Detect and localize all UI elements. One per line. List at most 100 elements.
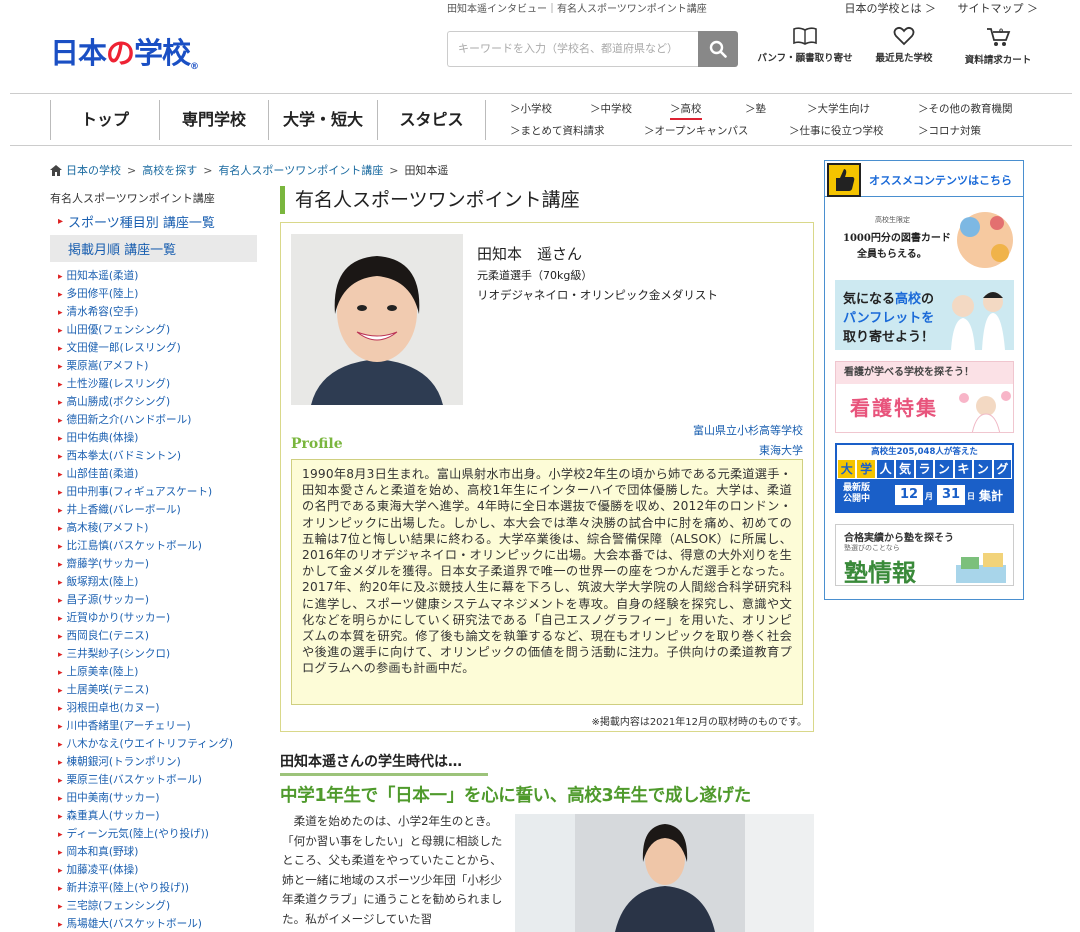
nav-bulk-request[interactable]: ＞まとめて資料請求	[510, 123, 605, 138]
sidebar-by-sport[interactable]: ▸ スポーツ種目別 講座一覧	[50, 208, 257, 235]
banner-ranking[interactable]: 高校生205,048人が答えた 大学人気ランキング 最新版 公開中 12 月 31…	[835, 443, 1014, 513]
sidebar-athlete-link[interactable]: 井上香織(バレーボール)	[50, 501, 257, 519]
ranking-title: 大学人気ランキング	[837, 459, 1012, 479]
sidebar-athlete-link[interactable]: 山田優(フェンシング)	[50, 321, 257, 339]
sidebar-athlete-link[interactable]: 比江島慎(バスケットボール)	[50, 537, 257, 555]
ranking-char: グ	[993, 460, 1011, 478]
ranking-char: 大	[838, 460, 856, 478]
athlete-title: 元柔道選手（70kg級）	[477, 269, 593, 282]
sidebar-athlete-link[interactable]: 田知本遥(柔道)	[50, 267, 257, 285]
sidebar-athlete-link[interactable]: ディーン元気(陸上(やり投げ))	[50, 825, 257, 843]
sidebar-athlete-link[interactable]: 羽根田卓也(カヌー)	[50, 699, 257, 717]
sidebar-athlete-link[interactable]: 栗原三佳(バスケットボール)	[50, 771, 257, 789]
site-logo[interactable]: 日本の学校®	[50, 30, 199, 72]
section-heading: 田知本遥さんの学生時代は…	[280, 751, 488, 776]
banner-nursing[interactable]: 看護が学べる学校を探そう！ 看護特集	[835, 361, 1014, 433]
sidebar-athlete-link[interactable]: 高山勝成(ボクシング)	[50, 393, 257, 411]
banner-cram-school[interactable]: 合格実績から塾を探そう 塾選びのことなら 塾情報	[835, 524, 1014, 586]
nav-junior-high[interactable]: ＞中学校	[590, 101, 632, 116]
nav-stapis[interactable]: スタピス	[377, 100, 486, 140]
sidebar-athlete-link[interactable]: 栗原嵩(アメフト)	[50, 357, 257, 375]
sidebar-athlete-link[interactable]: 森重真人(サッカー)	[50, 807, 257, 825]
sidebar-athlete-link[interactable]: 加藤凌平(体操)	[50, 861, 257, 879]
cart-icon: 0	[987, 28, 1011, 46]
sidebar-athlete-link[interactable]: 田中美南(サッカー)	[50, 789, 257, 807]
sidebar-athlete-link[interactable]: 八木かなえ(ウエイトリフティング)	[50, 735, 257, 753]
page-title: 有名人スポーツワンポイント講座	[280, 186, 814, 214]
about-link[interactable]: 日本の学校とは ＞	[845, 2, 937, 15]
section-headline: 中学1年生で「日本一」を心に誓い、高校3年生で成し遂げた	[280, 786, 751, 806]
nav-other-institutions[interactable]: ＞その他の教育機関	[918, 101, 1013, 116]
sidebar-athlete-link[interactable]: 飯塚翔太(陸上)	[50, 573, 257, 591]
search-button[interactable]	[698, 31, 738, 67]
section-body: 柔道を始めたのは、小学2年生のとき。「何か習い事をしたい」と母親に相談したところ…	[282, 814, 503, 926]
sidebar-athlete-link[interactable]: 田中佑典(体操)	[50, 429, 257, 447]
breadcrumb-sports-lecture[interactable]: 有名人スポーツワンポイント講座	[218, 162, 383, 178]
book-icon	[793, 27, 817, 45]
sidebar-athlete-link[interactable]: 山部佳苗(柔道)	[50, 465, 257, 483]
nav-elementary[interactable]: ＞小学校	[510, 101, 552, 116]
ranking-char: ン	[974, 460, 992, 478]
sidebar-athlete-link[interactable]: 新井涼平(陸上(やり投げ))	[50, 879, 257, 897]
sidebar-athlete-link[interactable]: 馬場雄大(バスケットボール)	[50, 915, 257, 932]
sidebar-athlete-link[interactable]: 上原美幸(陸上)	[50, 663, 257, 681]
sidebar-athlete-link[interactable]: 三井梨紗子(シンクロ)	[50, 645, 257, 663]
sidebar-athlete-link[interactable]: 德田新之介(ハンドボール)	[50, 411, 257, 429]
sidebar-athlete-link[interactable]: 土性沙羅(レスリング)	[50, 375, 257, 393]
ranking-char: ン	[935, 460, 953, 478]
high-school-link[interactable]: 富山県立小杉高等学校	[693, 422, 803, 438]
ranking-char: 学	[857, 460, 875, 478]
sidebar-athlete-link[interactable]: 西岡良仁(テニス)	[50, 627, 257, 645]
request-cart-link[interactable]: 0 資料請求カート	[943, 26, 1053, 66]
banner-pamphlet[interactable]: 気になる高校の パンフレットを 取り寄せよう！	[835, 280, 1014, 350]
page-caption: 田知本遥インタビュー｜有名人スポーツワンポイント講座	[447, 4, 707, 15]
sidebar-athlete-link[interactable]: 西本拳太(バドミントン)	[50, 447, 257, 465]
sidebar-athlete-link[interactable]: 棟朝銀河(トランポリン)	[50, 753, 257, 771]
nav-college-students[interactable]: ＞大学生向け	[807, 101, 870, 116]
sidebar-athlete-link[interactable]: 清水希容(空手)	[50, 303, 257, 321]
nav-career-schools[interactable]: ＞仕事に役立つ学校	[789, 123, 884, 138]
main-content: 有名人スポーツワンポイント講座 田知本 遥さん 元柔道選手（70kg級） リオデ…	[280, 186, 814, 932]
sidebar-athlete-link[interactable]: 多田修平(陸上)	[50, 285, 257, 303]
sidebar-athlete-link[interactable]: 土居美咲(テニス)	[50, 681, 257, 699]
svg-text:0: 0	[999, 28, 1003, 35]
interview-note: ※掲載内容は2021年12月の取材時のものです。	[591, 717, 807, 728]
heart-icon	[893, 26, 915, 46]
recommended-header: オススメコンテンツはこちら	[825, 161, 1023, 197]
search-icon	[709, 40, 727, 58]
sidebar-athlete-link[interactable]: 田中刑事(フィギュアスケート)	[50, 483, 257, 501]
sidebar-athlete-link[interactable]: 川中香緒里(アーチェリー)	[50, 717, 257, 735]
sidebar-title: 有名人スポーツワンポイント講座	[50, 192, 215, 205]
nav-vocational[interactable]: 専門学校	[159, 100, 268, 140]
sidebar-athlete-link[interactable]: 岡本和真(野球)	[50, 843, 257, 861]
sitemap-link[interactable]: サイトマップ ＞	[958, 2, 1039, 15]
breadcrumb-high-school[interactable]: 高校を探す	[142, 162, 197, 178]
pamphlet-request-link[interactable]: パンフ・願書取り寄せ	[750, 26, 860, 64]
nav-university[interactable]: 大学・短大	[268, 100, 377, 140]
sidebar-athlete-link[interactable]: 高木稜(アメフト)	[50, 519, 257, 537]
global-nav: トップ 専門学校 大学・短大 スタピス ＞小学校 ＞中学校 ＞高校 ＞塾 ＞大学…	[10, 93, 1072, 146]
sidebar-by-month[interactable]: ▸掲載月順 講座一覧	[50, 235, 257, 262]
sidebar-athlete-link[interactable]: 三宅諒(フェンシング)	[50, 897, 257, 915]
breadcrumb-home[interactable]: 日本の学校	[66, 162, 121, 178]
sidebar-athlete-link[interactable]: 齋藤学(サッカー)	[50, 555, 257, 573]
sidebar-athlete-link[interactable]: 文田健一郎(レスリング)	[50, 339, 257, 357]
nav-top[interactable]: トップ	[50, 100, 159, 140]
nav-open-campus[interactable]: ＞オープンキャンパス	[644, 123, 748, 138]
ranking-char: 人	[876, 460, 895, 478]
university-link[interactable]: 東海大学	[759, 442, 803, 458]
nav-high-school[interactable]: ＞高校	[670, 101, 702, 120]
left-sidebar: 有名人スポーツワンポイント講座 ▸スポーツ種目別 講座一覧 ▸掲載月順 講座一覧…	[50, 190, 257, 932]
profile-bio: 1990年8月3日生まれ。富山県射水市出身。小学校2年生の頃から姉である元柔道選…	[291, 459, 803, 705]
banner-book-card[interactable]: 高校生限定 1000円分の図書カード 全員もらえる。	[835, 207, 1014, 273]
nav-covid[interactable]: ＞コロナ対策	[918, 123, 981, 138]
breadcrumb: 日本の学校 > 高校を探す > 有名人スポーツワンポイント講座 > 田知本遥	[50, 162, 448, 178]
sidebar-athlete-link[interactable]: 昌子源(サッカー)	[50, 591, 257, 609]
nav-cram[interactable]: ＞塾	[745, 101, 766, 116]
profile-label: Profile	[291, 436, 343, 452]
home-icon	[50, 164, 62, 176]
sidebar-athlete-link[interactable]: 近賀ゆかり(サッカー)	[50, 609, 257, 627]
athlete-name: 田知本 遥さん	[477, 245, 583, 263]
search-input[interactable]: キーワードを入力（学校名、都道府県など）	[447, 31, 699, 67]
sidebar-athlete-list: 田知本遥(柔道)多田修平(陸上)清水希容(空手)山田優(フェンシング)文田健一郎…	[50, 267, 257, 932]
